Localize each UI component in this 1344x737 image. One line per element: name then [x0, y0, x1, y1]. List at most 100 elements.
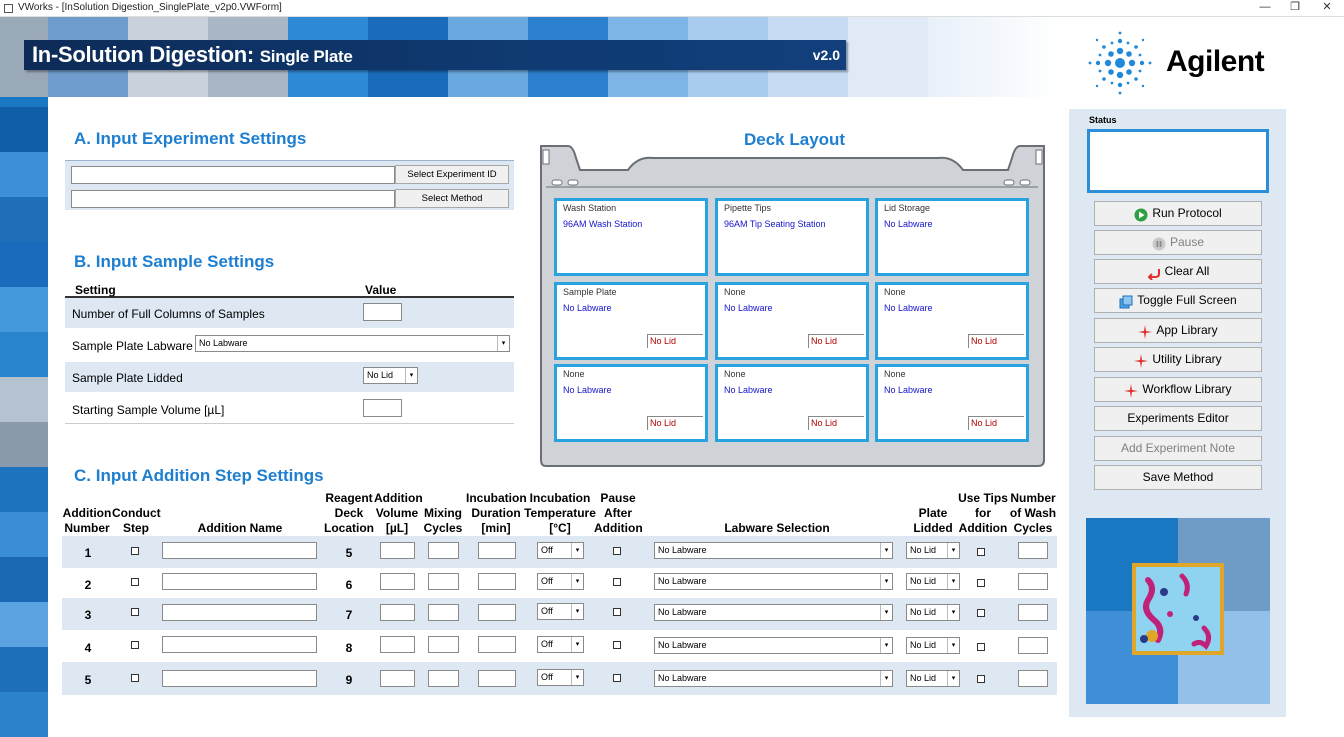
labware-selection-select[interactable]: No Labware ▾: [654, 670, 893, 687]
sparkle-icon: [1124, 383, 1139, 398]
status-box: [1087, 129, 1269, 193]
pause-after-checkbox[interactable]: [613, 608, 621, 616]
clear-all-button[interactable]: Clear All: [1094, 259, 1262, 284]
wash-cycles-input[interactable]: [1018, 670, 1048, 687]
addition-name-input[interactable]: [162, 542, 317, 559]
labware-selection-select[interactable]: No Labware ▾: [654, 573, 893, 590]
conduct-step-checkbox[interactable]: [131, 674, 139, 682]
incubation-duration-input[interactable]: [478, 670, 516, 687]
table-row: 5 9 Off ▾ No Labware ▾ No Lid ▾: [62, 662, 1057, 695]
deck-slot-2[interactable]: Pipette Tips 96AM Tip Seating Station: [715, 198, 869, 276]
workflow-library-button[interactable]: Workflow Library: [1094, 377, 1262, 402]
mixing-cycles-input[interactable]: [428, 542, 459, 559]
wash-cycles-input[interactable]: [1018, 542, 1048, 559]
experiment-id-field[interactable]: [71, 166, 395, 184]
chevron-down-icon: ▾: [880, 543, 892, 558]
app-title-sub: Single Plate: [259, 47, 353, 66]
addition-volume-input[interactable]: [380, 573, 415, 590]
starting-volume-input[interactable]: [363, 399, 402, 417]
deck-slot-3[interactable]: Lid Storage No Labware: [875, 198, 1029, 276]
wash-cycles-input[interactable]: [1018, 637, 1048, 654]
pause-button[interactable]: Pause: [1094, 230, 1262, 255]
pause-after-checkbox[interactable]: [613, 641, 621, 649]
pause-after-checkbox[interactable]: [613, 674, 621, 682]
num-columns-input[interactable]: [363, 303, 402, 321]
incubation-duration-input[interactable]: [478, 573, 516, 590]
experiments-editor-button[interactable]: Experiments Editor: [1094, 406, 1262, 431]
labware-selection-select[interactable]: No Labware ▾: [654, 637, 893, 654]
sample-plate-lidded-select[interactable]: No Lid ▾: [363, 367, 418, 384]
incubation-temperature-select[interactable]: Off ▾: [537, 636, 584, 653]
add-experiment-note-button[interactable]: Add Experiment Note: [1094, 436, 1262, 461]
labware-selection-select[interactable]: No Labware ▾: [654, 604, 893, 621]
save-method-button[interactable]: Save Method: [1094, 465, 1262, 490]
chevron-down-icon: ▾: [947, 543, 959, 558]
mixing-cycles-input[interactable]: [428, 604, 459, 621]
plate-lidded-select[interactable]: No Lid ▾: [906, 637, 960, 654]
incubation-temperature-select[interactable]: Off ▾: [537, 669, 584, 686]
labware-selection-select[interactable]: No Labware ▾: [654, 542, 893, 559]
addition-name-input[interactable]: [162, 573, 317, 590]
pause-after-checkbox[interactable]: [613, 547, 621, 555]
deck-slot-7[interactable]: None No Labware No Lid: [554, 364, 708, 442]
deck-slot-5[interactable]: None No Labware No Lid: [715, 282, 869, 360]
use-tips-checkbox[interactable]: [977, 579, 985, 587]
select-method-button[interactable]: Select Method: [395, 189, 509, 208]
method-field[interactable]: [71, 190, 395, 208]
incubation-duration-input[interactable]: [478, 542, 516, 559]
incubation-temperature-select[interactable]: Off ▾: [537, 542, 584, 559]
wash-cycles-input[interactable]: [1018, 604, 1048, 621]
conduct-step-checkbox[interactable]: [131, 608, 139, 616]
slot-name: None: [563, 369, 585, 379]
app-library-button[interactable]: App Library: [1094, 318, 1262, 343]
close-button[interactable]: ✕: [1310, 0, 1344, 16]
conduct-step-checkbox[interactable]: [131, 578, 139, 586]
wash-cycles-input[interactable]: [1018, 573, 1048, 590]
addition-volume-input[interactable]: [380, 670, 415, 687]
addition-volume-input[interactable]: [380, 604, 415, 621]
use-tips-checkbox[interactable]: [977, 675, 985, 683]
addition-volume-input[interactable]: [380, 636, 415, 653]
section-b-title: B. Input Sample Settings: [74, 252, 275, 271]
deck-slot-6[interactable]: None No Labware No Lid: [875, 282, 1029, 360]
plate-lidded-select[interactable]: No Lid ▾: [906, 670, 960, 687]
use-tips-checkbox[interactable]: [977, 548, 985, 556]
slot-lid: No Lid: [808, 416, 864, 430]
logo-text: Agilent: [1166, 45, 1265, 78]
header-plate-lidded: Plate Lidded: [913, 506, 953, 535]
toggle-full-screen-button[interactable]: Toggle Full Screen: [1094, 288, 1262, 313]
fullscreen-icon: [1119, 294, 1133, 309]
deck-slot-1[interactable]: Wash Station 96AM Wash Station: [554, 198, 708, 276]
addition-name-input[interactable]: [162, 636, 317, 653]
plate-lidded-select[interactable]: No Lid ▾: [906, 542, 960, 559]
chevron-down-icon: ▾: [571, 543, 583, 558]
reagent-deck-location: 7: [345, 608, 353, 622]
use-tips-checkbox[interactable]: [977, 609, 985, 617]
use-tips-checkbox[interactable]: [977, 643, 985, 651]
select-experiment-id-button[interactable]: Select Experiment ID: [395, 165, 509, 184]
conduct-step-checkbox[interactable]: [131, 547, 139, 555]
plate-lidded-select[interactable]: No Lid ▾: [906, 604, 960, 621]
sample-plate-labware-select[interactable]: No Labware ▾: [195, 335, 510, 352]
deck-slot-8[interactable]: None No Labware No Lid: [715, 364, 869, 442]
utility-library-button[interactable]: Utility Library: [1094, 347, 1262, 372]
incubation-duration-input[interactable]: [478, 604, 516, 621]
deck-slot-4[interactable]: Sample Plate No Labware No Lid: [554, 282, 708, 360]
incubation-temperature-select[interactable]: Off ▾: [537, 603, 584, 620]
addition-name-input[interactable]: [162, 670, 317, 687]
plate-lidded-select[interactable]: No Lid ▾: [906, 573, 960, 590]
deck-slot-9[interactable]: None No Labware No Lid: [875, 364, 1029, 442]
mixing-cycles-input[interactable]: [428, 636, 459, 653]
decorative-stripe: [0, 17, 48, 737]
conduct-step-checkbox[interactable]: [131, 641, 139, 649]
maximize-button[interactable]: ❐: [1278, 0, 1312, 16]
minimize-button[interactable]: —: [1248, 0, 1282, 16]
incubation-temperature-select[interactable]: Off ▾: [537, 573, 584, 590]
incubation-duration-input[interactable]: [478, 636, 516, 653]
run-protocol-button[interactable]: Run Protocol: [1094, 201, 1262, 226]
mixing-cycles-input[interactable]: [428, 670, 459, 687]
addition-volume-input[interactable]: [380, 542, 415, 559]
pause-after-checkbox[interactable]: [613, 578, 621, 586]
addition-name-input[interactable]: [162, 604, 317, 621]
mixing-cycles-input[interactable]: [428, 573, 459, 590]
